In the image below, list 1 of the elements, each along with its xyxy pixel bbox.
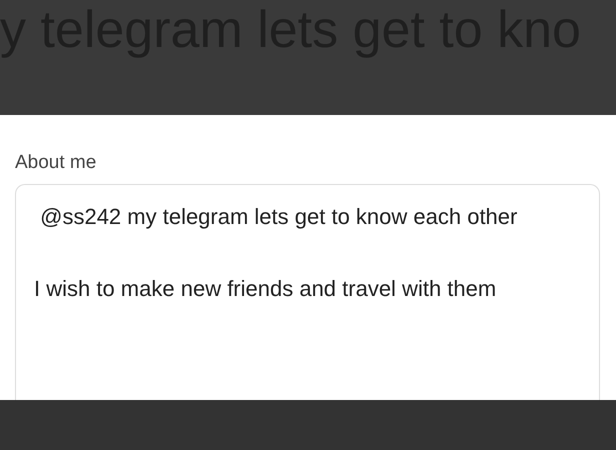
field-label: About me [15, 151, 96, 175]
